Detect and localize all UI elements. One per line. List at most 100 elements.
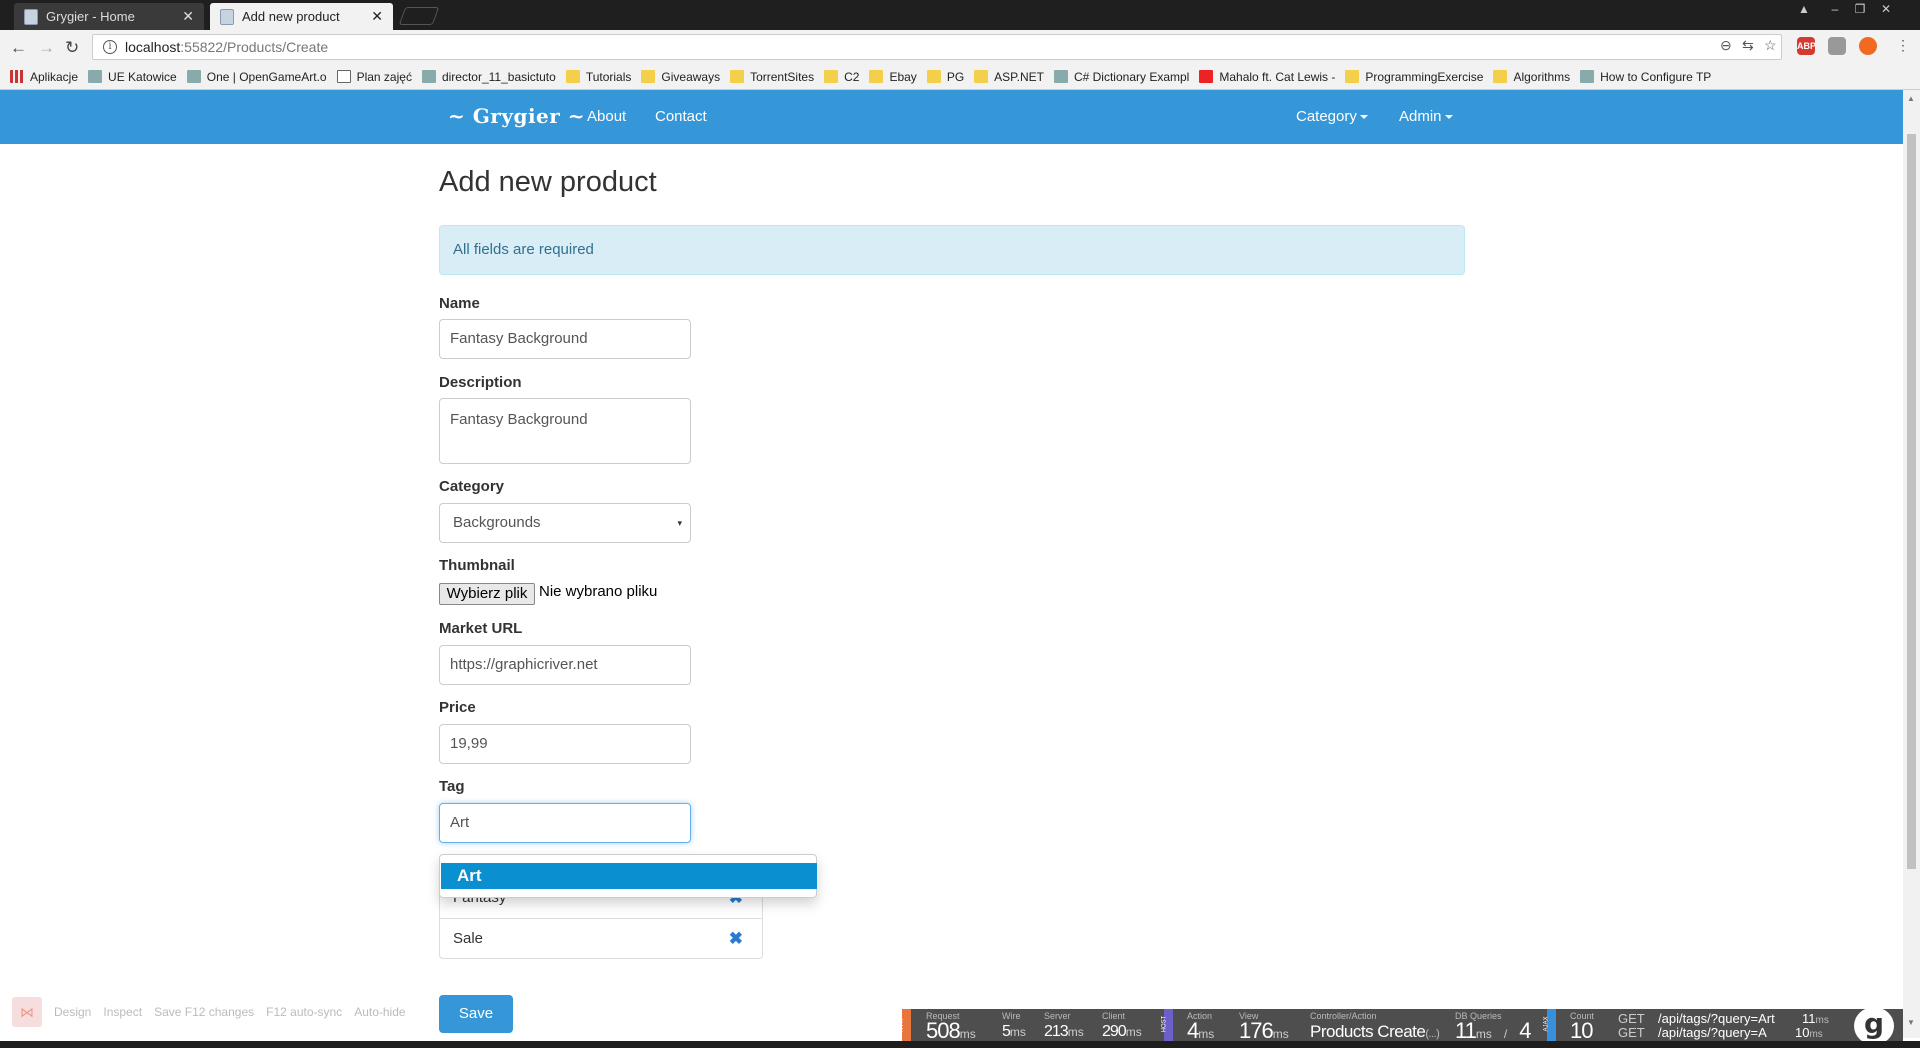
bookmark-item[interactable]: Algorithms (1493, 70, 1570, 84)
tab-grygier-home[interactable]: Grygier - Home ✕ (14, 3, 204, 30)
page-scrollbar[interactable]: ▲ ▼ (1903, 90, 1920, 1038)
tag-input[interactable]: Art (439, 803, 691, 843)
controller-action: Products Create (1310, 1022, 1426, 1041)
site-icon (88, 70, 103, 83)
nav-contact[interactable]: Contact (655, 108, 707, 125)
unit: ms (1009, 1025, 1026, 1039)
server-label: Server (1044, 1011, 1071, 1021)
bookmark-item[interactable]: Plan zajęć (336, 70, 412, 84)
bookmark-label: Giveaways (661, 69, 721, 84)
bookmark-item[interactable]: Ebay (869, 70, 917, 84)
scrollbar-thumb[interactable] (1907, 134, 1916, 869)
bookmark-star-icon[interactable]: ☆ (1764, 37, 1777, 54)
host-tag: HOST (1161, 1009, 1173, 1041)
forward-icon[interactable]: → (38, 38, 55, 58)
tab-title: Grygier - Home (46, 9, 135, 24)
nav-admin-dropdown[interactable]: Admin (1399, 108, 1453, 125)
client-label: Client (1102, 1011, 1126, 1021)
auto-hide-toggle[interactable]: Auto-hide (354, 1005, 405, 1019)
ajax-url[interactable]: /api/tags/?query=A (1658, 1025, 1767, 1040)
close-window-icon[interactable]: ✕ (1874, 0, 1898, 18)
scroll-up-icon[interactable]: ▲ (1907, 94, 1915, 103)
bookmark-item[interactable]: director_11_basictuto (421, 69, 556, 84)
bookmark-label: director_11_basictuto (441, 69, 556, 84)
zoom-icon[interactable]: ⊖ (1720, 37, 1732, 54)
bookmark-item[interactable]: C# Dictionary Exampl (1053, 70, 1189, 84)
server-value[interactable]: 213ms (1044, 1023, 1084, 1041)
close-tab-icon[interactable]: ✕ (371, 8, 383, 25)
folder-icon (1493, 70, 1508, 83)
unit: ms (1475, 1027, 1492, 1041)
bookmark-item[interactable]: Giveaways (641, 70, 720, 84)
bookmark-item[interactable]: ASP.NET (974, 70, 1044, 84)
restore-icon[interactable]: ❐ (1848, 0, 1872, 18)
back-icon[interactable]: ← (10, 38, 27, 58)
url-path: :55822/Products/Create (180, 39, 329, 55)
minimize-icon[interactable]: – (1823, 0, 1847, 18)
controller-suffix: (...) (1425, 1028, 1440, 1040)
reload-icon[interactable]: ↻ (65, 38, 79, 58)
menu-icon[interactable]: ⋮ (1896, 37, 1910, 54)
scroll-down-icon[interactable]: ▼ (1907, 1018, 1915, 1027)
folder-icon (1345, 70, 1360, 83)
price-input[interactable]: 19,99 (439, 724, 691, 764)
chevron-down-icon: ▾ (677, 518, 682, 528)
close-tab-icon[interactable]: ✕ (182, 8, 194, 25)
bookmark-item[interactable]: Aplikacje (10, 70, 78, 84)
nav-admin-label: Admin (1399, 108, 1442, 125)
address-bar[interactable]: i localhost:55822/Products/Create (92, 34, 1782, 60)
unit: ms (959, 1027, 976, 1041)
wire-value[interactable]: 5ms (1002, 1023, 1026, 1041)
profile-icon[interactable]: ▲ (1792, 0, 1816, 18)
f12-autosync-toggle[interactable]: F12 auto-sync (266, 1005, 342, 1019)
visual-studio-icon[interactable]: ⋈ (12, 997, 42, 1027)
site-icon (1053, 70, 1068, 83)
nav-about[interactable]: About (587, 108, 626, 125)
glimpse-logo-icon[interactable]: g (1854, 1007, 1894, 1045)
ajax-url[interactable]: /api/tags/?query=Art (1658, 1011, 1775, 1026)
host-tag-label: HOST (1161, 1015, 1168, 1033)
new-tab-button[interactable] (398, 7, 440, 25)
extension-icon[interactable] (1828, 37, 1846, 55)
http-tag: HTTP (899, 1009, 911, 1041)
design-button[interactable]: Design (54, 1005, 91, 1019)
choose-file-button[interactable]: Wybierz plik (439, 583, 535, 605)
save-f12-button[interactable]: Save F12 changes (154, 1005, 254, 1019)
inspect-button[interactable]: Inspect (103, 1005, 142, 1019)
site-navbar: ~ Grygier ~ About Contact Category Admin (0, 90, 1903, 144)
market-url-input[interactable]: https://graphicriver.net (439, 645, 691, 685)
file-status: Nie wybrano pliku (539, 583, 658, 600)
tag-suggestion[interactable]: Art (441, 863, 817, 889)
nav-category-dropdown[interactable]: Category (1296, 108, 1368, 125)
bookmark-label: TorrentSites (750, 69, 815, 84)
controller-value[interactable]: Products Create(...) (1310, 1022, 1440, 1042)
bookmark-item[interactable]: ProgrammingExercise (1345, 70, 1483, 84)
folder-icon (641, 70, 656, 83)
tab-add-new-product[interactable]: Add new product ✕ (210, 3, 393, 30)
bookmark-item[interactable]: C2 (824, 70, 859, 84)
client-value[interactable]: 290ms (1102, 1023, 1142, 1041)
remove-tag-icon[interactable]: ✖ (729, 919, 743, 959)
url-host: localhost (125, 39, 181, 55)
unit: ms (1198, 1027, 1215, 1041)
bookmark-item[interactable]: Mahalo ft. Cat Lewis - (1199, 70, 1335, 84)
client-number: 290 (1102, 1023, 1127, 1040)
description-textarea[interactable]: Fantasy Background (439, 398, 691, 464)
bookmark-item[interactable]: PG (926, 70, 964, 84)
extension-icon[interactable] (1859, 37, 1877, 55)
name-input[interactable]: Fantasy Background (439, 319, 691, 359)
bookmark-item[interactable]: How to Configure TP (1580, 70, 1711, 84)
page-icon (220, 8, 234, 25)
db-count: 4 (1519, 1018, 1531, 1043)
category-select[interactable]: Backgrounds ▾ (439, 503, 691, 543)
site-brand[interactable]: ~ Grygier ~ (448, 104, 585, 128)
translate-icon[interactable]: ⇆ (1742, 37, 1754, 54)
bookmark-item[interactable]: Tutorials (565, 70, 631, 84)
bookmark-item[interactable]: One | OpenGameArt.o (186, 70, 327, 84)
bookmark-item[interactable]: UE Katowice (88, 70, 177, 84)
name-label: Name (439, 295, 480, 312)
server-number: 213 (1044, 1023, 1069, 1040)
bookmark-item[interactable]: TorrentSites (730, 70, 814, 84)
adblock-icon[interactable]: ABP (1797, 37, 1816, 55)
info-icon[interactable]: i (103, 40, 117, 54)
